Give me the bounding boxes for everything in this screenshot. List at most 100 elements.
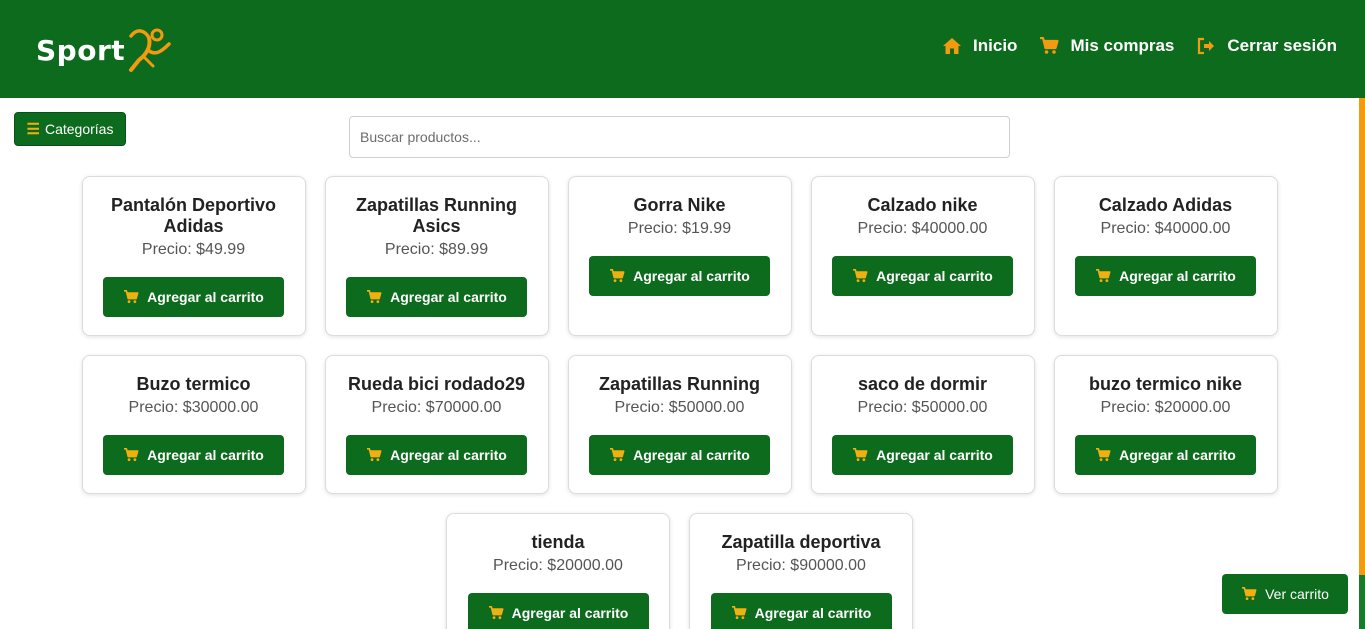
cart-icon [1040, 37, 1060, 54]
product-price: Precio: $49.99 [142, 240, 245, 260]
product-name: tienda [531, 532, 585, 552]
product-price: Precio: $90000.00 [736, 556, 866, 576]
categories-button-label: Categorías [44, 121, 114, 137]
brand-name: Sport [36, 33, 126, 67]
cart-icon [367, 290, 382, 304]
view-cart-button[interactable]: Ver carrito [1222, 574, 1348, 614]
product-card: Calzado nike Precio: $40000.00 Agregar a… [810, 176, 1035, 336]
add-to-cart-button[interactable]: Agregar al carrito [346, 277, 527, 317]
price-prefix: Precio: [614, 399, 669, 416]
price-prefix: Precio: [1100, 399, 1155, 416]
price-prefix: Precio: [384, 241, 440, 258]
add-to-cart-label: Agregar al carrito [876, 447, 993, 463]
product-grid: Pantalón Deportivo Adidas Precio: $49.99… [81, 176, 1278, 629]
product-name: Gorra Nike [633, 195, 726, 215]
search-input[interactable] [349, 116, 1010, 158]
add-to-cart-button[interactable]: Agregar al carrito [589, 435, 770, 475]
cart-icon [610, 448, 625, 462]
price-value: $19.99 [682, 220, 732, 237]
nav-mis-compras[interactable]: Mis compras [1039, 36, 1174, 56]
product-name: Zapatillas Running Asics [355, 195, 517, 236]
add-to-cart-button[interactable]: Agregar al carrito [467, 593, 649, 629]
add-to-cart-button[interactable]: Agregar al carrito [346, 435, 527, 475]
product-name: Zapatillas Running [598, 374, 760, 394]
logout-icon [1198, 37, 1215, 55]
right-green-stripe [1359, 575, 1365, 629]
product-card: buzo termico nike Precio: $20000.00 Agre… [1053, 355, 1278, 494]
add-to-cart-button[interactable]: Agregar al carrito [832, 435, 1013, 475]
nav-mis-compras-label: Mis compras [1070, 36, 1175, 55]
main-nav: Inicio Mis compras Cerrar sesión [942, 36, 1337, 56]
price-prefix: Precio: [371, 399, 426, 416]
product-card: Gorra Nike Precio: $19.99 Agregar al car… [567, 176, 792, 336]
nav-inicio[interactable]: Inicio [942, 36, 1017, 56]
cart-icon [367, 448, 382, 462]
cart-icon [124, 448, 139, 462]
add-to-cart-label: Agregar al carrito [511, 605, 629, 621]
add-to-cart-label: Agregar al carrito [876, 268, 993, 284]
cart-icon [731, 606, 747, 620]
product-card: Zapatilla deportiva Precio: $90000.00 Ag… [689, 513, 913, 629]
product-card: Pantalón Deportivo Adidas Precio: $49.99… [81, 176, 306, 336]
home-icon [943, 38, 962, 54]
cart-icon [853, 269, 868, 283]
add-to-cart-label: Agregar al carrito [147, 447, 264, 463]
price-value: $49.99 [196, 241, 246, 258]
product-card: Zapatillas Running Asics Precio: $89.99 … [324, 176, 549, 336]
add-to-cart-button[interactable]: Agregar al carrito [710, 593, 892, 629]
product-card: tienda Precio: $20000.00 Agregar al carr… [446, 513, 670, 629]
product-price: Precio: $40000.00 [1101, 219, 1231, 239]
price-value: $90000.00 [790, 557, 866, 574]
product-name: Calzado nike [867, 195, 978, 215]
price-prefix: Precio: [1100, 220, 1155, 237]
cart-icon [1242, 587, 1257, 601]
add-to-cart-button[interactable]: Agregar al carrito [103, 277, 284, 317]
add-to-cart-button[interactable]: Agregar al carrito [1075, 435, 1256, 475]
product-name: Zapatilla deportiva [721, 532, 881, 552]
nav-inicio-label: Inicio [973, 36, 1018, 55]
nav-cerrar-sesion[interactable]: Cerrar sesión [1196, 36, 1337, 56]
price-prefix: Precio: [857, 220, 912, 237]
price-prefix: Precio: [493, 557, 548, 574]
categories-button[interactable]: ☰ Categorías [14, 112, 126, 146]
add-to-cart-button[interactable]: Agregar al carrito [103, 435, 284, 475]
cart-icon [610, 269, 625, 283]
price-prefix: Precio: [128, 399, 183, 416]
product-price: Precio: $20000.00 [1101, 398, 1231, 418]
price-value: $40000.00 [1154, 220, 1231, 237]
cart-icon [1096, 269, 1111, 283]
product-price: Precio: $89.99 [385, 240, 488, 260]
product-card: saco de dormir Precio: $50000.00 Agregar… [810, 355, 1035, 494]
bars-icon: ☰ [26, 121, 40, 138]
price-value: $40000.00 [911, 220, 988, 237]
product-card: Buzo termico Precio: $30000.00 Agregar a… [81, 355, 306, 494]
add-to-cart-label: Agregar al carrito [1119, 268, 1236, 284]
product-name: buzo termico nike [1088, 374, 1243, 394]
add-to-cart-button[interactable]: Agregar al carrito [832, 256, 1013, 296]
price-value: $30000.00 [182, 399, 259, 416]
add-to-cart-label: Agregar al carrito [1119, 447, 1236, 463]
cart-icon [124, 290, 139, 304]
brand-logo[interactable]: Sport [36, 26, 171, 74]
product-name: Rueda bici rodado29 [347, 374, 526, 394]
product-price: Precio: $30000.00 [129, 398, 259, 418]
price-prefix: Precio: [627, 220, 683, 237]
add-to-cart-button[interactable]: Agregar al carrito [589, 256, 770, 296]
add-to-cart-label: Agregar al carrito [754, 605, 872, 621]
add-to-cart-button[interactable]: Agregar al carrito [1075, 256, 1256, 296]
price-prefix: Precio: [736, 557, 791, 574]
product-price: Precio: $40000.00 [858, 219, 988, 239]
product-card: Zapatillas Running Precio: $50000.00 Agr… [567, 355, 792, 494]
product-price: Precio: $20000.00 [493, 556, 623, 576]
product-name: saco de dormir [857, 374, 988, 394]
product-card: Rueda bici rodado29 Precio: $70000.00 Ag… [324, 355, 549, 494]
price-value: $50000.00 [668, 399, 745, 416]
product-price: Precio: $70000.00 [372, 398, 502, 418]
cart-icon [488, 606, 504, 620]
price-value: $20000.00 [547, 557, 623, 574]
product-name: Buzo termico [136, 374, 251, 394]
cart-icon [1096, 448, 1111, 462]
add-to-cart-label: Agregar al carrito [390, 447, 507, 463]
nav-cerrar-sesion-label: Cerrar sesión [1227, 36, 1337, 55]
price-value: $89.99 [439, 241, 489, 258]
